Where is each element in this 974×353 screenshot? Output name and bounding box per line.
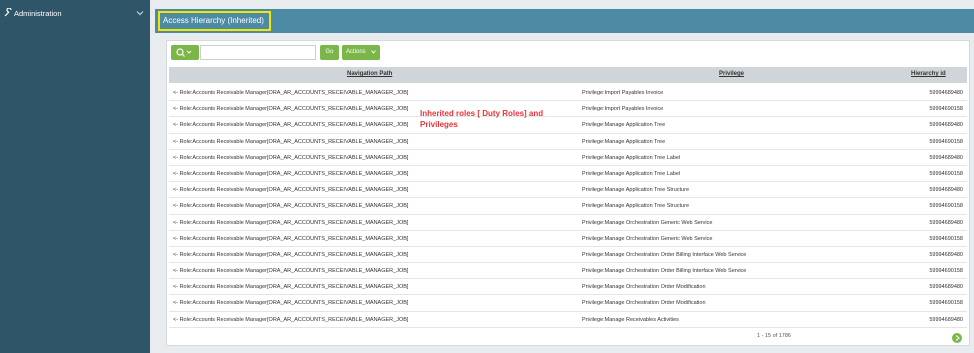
actions-button[interactable]: Actions	[342, 45, 380, 60]
chevron-down-icon[interactable]	[136, 9, 144, 17]
table-row[interactable]: <- Role:Accounts Receivable Manager[ORA_…	[169, 295, 967, 312]
navigation-path-cell: <- Role:Accounts Receivable Manager[ORA_…	[173, 268, 409, 275]
column-header-navigation-path[interactable]: Navigation Path	[347, 71, 392, 77]
page-title: Access Hierarchy (Inherited)	[158, 11, 271, 31]
sidebar-item-label: Administration	[14, 9, 62, 18]
sidebar: Administration	[0, 0, 150, 353]
search-icon	[176, 48, 192, 57]
privilege-cell: Privilege:Manage Orchestration Order Bil…	[582, 251, 747, 258]
table-row[interactable]: <- Role:Accounts Receivable Manager[ORA_…	[169, 312, 967, 328]
navigation-path-cell: <- Role:Accounts Receivable Manager[ORA_…	[173, 316, 409, 323]
table-row[interactable]: <- Role:Accounts Receivable Manager[ORA_…	[169, 263, 967, 280]
hierarchy-id-cell: 59994690158	[929, 268, 963, 275]
navigation-path-cell: <- Role:Accounts Receivable Manager[ORA_…	[173, 284, 409, 291]
annotation-note: Inherited roles [ Duty Roles] and Privil…	[420, 109, 544, 129]
privilege-cell: Privilege:Manage Orchestration Generic W…	[582, 235, 713, 242]
table-row[interactable]: <- Role:Accounts Receivable Manager[ORA_…	[169, 247, 967, 264]
hierarchy-id-cell: 59994690158	[929, 300, 963, 307]
privilege-cell: Privilege:Manage Orchestration Order Bil…	[582, 268, 747, 275]
privilege-cell: Privilege:Manage Application Tree Struct…	[582, 187, 690, 194]
table-row[interactable]: <- Role:Accounts Receivable Manager[ORA_…	[169, 231, 967, 247]
results-panel: Go Actions Navigation Path Privilege Hie…	[166, 40, 970, 346]
column-header-privilege[interactable]: Privilege	[719, 71, 744, 77]
table-row[interactable]: <- Role:Accounts Receivable Manager[ORA_…	[169, 279, 967, 296]
pagination-label: 1 - 15 of 1786	[757, 333, 791, 339]
table-header: Navigation Path Privilege Hierarchy id	[169, 67, 967, 83]
navigation-path-cell: <- Role:Accounts Receivable Manager[ORA_…	[173, 170, 409, 177]
table-row[interactable]: <- Role:Accounts Receivable Manager[ORA_…	[169, 85, 967, 102]
table-row[interactable]: <- Role:Accounts Receivable Manager[ORA_…	[169, 198, 967, 215]
navigation-path-cell: <- Role:Accounts Receivable Manager[ORA_…	[173, 90, 409, 96]
privilege-cell: Privilege:Manage Receivables Activities	[582, 316, 679, 323]
privilege-cell: Privilege:Import Payables Invoice	[582, 90, 664, 96]
header-bar	[155, 9, 974, 33]
privilege-cell: Privilege:Import Payables Invoice	[582, 106, 664, 113]
table-row[interactable]: <- Role:Accounts Receivable Manager[ORA_…	[169, 150, 967, 166]
hierarchy-id-cell: 59994689480	[929, 251, 963, 258]
navigation-path-cell: <- Role:Accounts Receivable Manager[ORA_…	[173, 154, 409, 161]
hierarchy-id-cell: 59994690158	[929, 203, 963, 210]
privilege-cell: Privilege:Manage Orchestration Order Mod…	[582, 300, 706, 307]
sidebar-item-administration[interactable]: Administration	[0, 4, 150, 24]
privilege-cell: Privilege:Manage Orchestration Generic W…	[582, 219, 713, 226]
table-row[interactable]: <- Role:Accounts Receivable Manager[ORA_…	[169, 215, 967, 231]
hierarchy-id-cell: 59994689480	[929, 122, 963, 129]
navigation-path-cell: <- Role:Accounts Receivable Manager[ORA_…	[173, 122, 409, 129]
navigation-path-cell: <- Role:Accounts Receivable Manager[ORA_…	[173, 138, 409, 145]
navigation-path-cell: <- Role:Accounts Receivable Manager[ORA_…	[173, 219, 409, 226]
privilege-cell: Privilege:Manage Application Tree	[582, 122, 666, 129]
hierarchy-id-cell: 59994689480	[929, 219, 963, 226]
table-row[interactable]: <- Role:Accounts Receivable Manager[ORA_…	[169, 182, 967, 199]
hierarchy-id-cell: 59994690158	[929, 106, 963, 113]
hierarchy-id-cell: 59994689480	[929, 284, 963, 291]
navigation-path-cell: <- Role:Accounts Receivable Manager[ORA_…	[173, 300, 409, 307]
hierarchy-id-cell: 59994690158	[929, 138, 963, 145]
hierarchy-id-cell: 59994689480	[929, 90, 963, 96]
next-page-icon	[955, 335, 960, 341]
navigation-path-cell: <- Role:Accounts Receivable Manager[ORA_…	[173, 187, 409, 194]
search-input[interactable]	[200, 45, 316, 60]
hierarchy-id-cell: 59994689480	[929, 316, 963, 323]
privilege-cell: Privilege:Manage Application Tree Struct…	[582, 203, 690, 210]
navigation-path-cell: <- Role:Accounts Receivable Manager[ORA_…	[173, 235, 409, 242]
table-row[interactable]: <- Role:Accounts Receivable Manager[ORA_…	[169, 166, 967, 183]
privilege-cell: Privilege:Manage Application Tree Label	[582, 154, 681, 161]
actions-label: Actions	[346, 49, 366, 55]
hierarchy-id-cell: 59994690158	[929, 235, 963, 242]
privilege-cell: Privilege:Manage Application Tree Label	[582, 170, 681, 177]
next-page-button[interactable]	[952, 333, 962, 343]
main-content: Access Hierarchy (Inherited) Go Actions …	[150, 0, 974, 353]
admin-tools-icon	[4, 8, 12, 17]
navigation-path-cell: <- Role:Accounts Receivable Manager[ORA_…	[173, 251, 409, 258]
hierarchy-id-cell: 59994689480	[929, 187, 963, 194]
hierarchy-id-cell: 59994690158	[929, 170, 963, 177]
navigation-path-cell: <- Role:Accounts Receivable Manager[ORA_…	[173, 106, 409, 113]
privilege-cell: Privilege:Manage Orchestration Order Mod…	[582, 284, 706, 291]
search-dropdown-button[interactable]	[171, 45, 199, 60]
chevron-down-icon	[371, 50, 376, 54]
table-row[interactable]: <- Role:Accounts Receivable Manager[ORA_…	[169, 134, 967, 150]
navigation-path-cell: <- Role:Accounts Receivable Manager[ORA_…	[173, 203, 409, 210]
go-button[interactable]: Go	[320, 45, 339, 60]
privilege-cell: Privilege:Manage Application Tree	[582, 138, 666, 145]
hierarchy-id-cell: 59994689480	[929, 154, 963, 161]
column-header-hierarchy-id[interactable]: Hierarchy id	[911, 71, 946, 77]
